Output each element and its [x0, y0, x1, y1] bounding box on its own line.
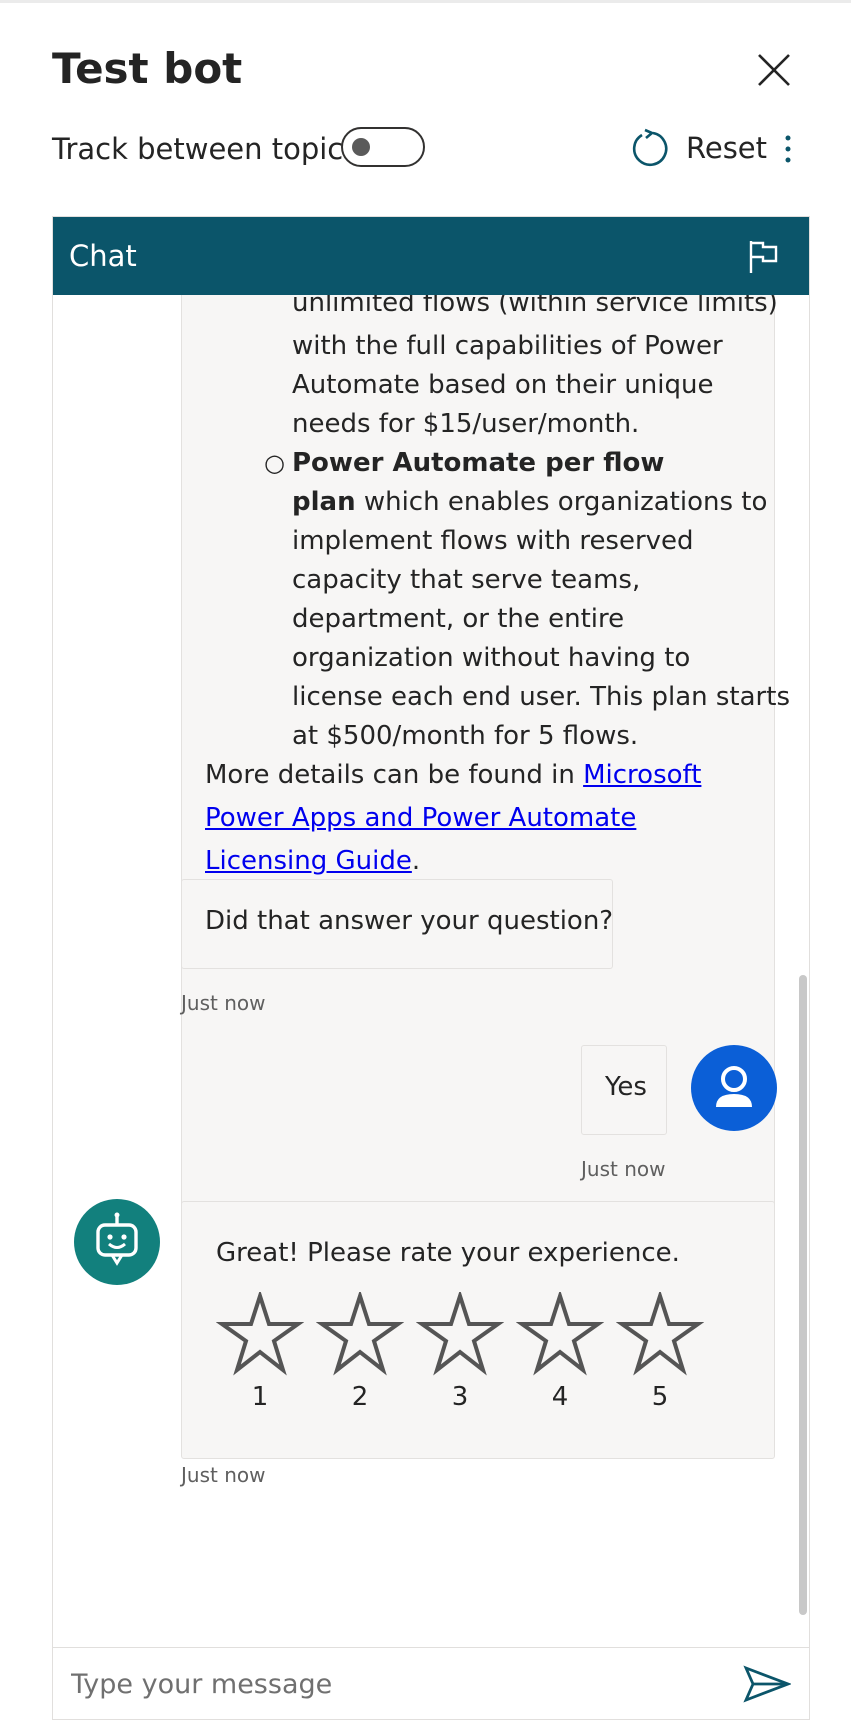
user-reply-text: Yes [605, 1072, 647, 1102]
panel-title: Test bot [52, 44, 243, 93]
reset-label: Reset [686, 131, 768, 165]
star-outline-icon [316, 1292, 404, 1376]
user-message: Yes [581, 1045, 667, 1135]
refresh-icon [632, 128, 668, 167]
star-number: 5 [651, 1382, 669, 1412]
person-icon [716, 1066, 752, 1107]
more-options-button[interactable] [776, 130, 800, 170]
star-number: 1 [251, 1382, 269, 1412]
track-between-topics-toggle[interactable] [341, 127, 425, 167]
message-line: at $500/month for 5 flows. [292, 721, 639, 751]
star-outline-icon [516, 1292, 604, 1376]
star-outline-icon [216, 1292, 304, 1376]
track-between-topics-label: Track between topics [52, 132, 359, 166]
rating-star-3[interactable]: 3 [416, 1292, 504, 1422]
per-flow-bold-line: Power Automate per flow [292, 448, 665, 478]
per-flow-bold-word: plan [292, 487, 356, 517]
message-line: organization without having to [292, 643, 691, 673]
message-timestamp: Just now [581, 1157, 666, 1181]
flag-icon [749, 241, 778, 273]
send-button[interactable] [743, 1664, 792, 1704]
message-line: implement flows with reserved [292, 526, 694, 556]
bullet-icon: ○ [264, 449, 285, 477]
more-vertical-icon [785, 135, 791, 163]
bot-avatar [74, 1199, 160, 1285]
close-icon [758, 54, 790, 86]
chat-title: Chat [69, 239, 137, 273]
followup-question-text: Did that answer your question? [205, 906, 614, 936]
chat-scrollbar[interactable] [797, 295, 809, 1645]
message-timestamp: Just now [181, 1463, 266, 1487]
chat-header: Chat [53, 217, 809, 295]
chat-panel: Chat unlimited flows (within service lim… [52, 216, 810, 1720]
message-line: Automate based on their unique [292, 370, 714, 400]
star-outline-icon [416, 1292, 504, 1376]
chat-scrollbar-thumb[interactable] [799, 975, 807, 1615]
rating-prompt: Great! Please rate your experience. [216, 1238, 680, 1268]
toggle-knob [352, 138, 370, 156]
user-avatar [691, 1045, 777, 1131]
top-divider [0, 0, 851, 3]
rating-star-5[interactable]: 5 [616, 1292, 704, 1422]
chat-transcript[interactable]: unlimited flows (within service limits) … [53, 295, 809, 1645]
star-rating: 1 2 3 4 5 [216, 1292, 736, 1432]
message-line: license each end user. This plan starts [292, 682, 790, 712]
per-flow-text: which enables organizations to [355, 487, 768, 517]
star-number: 2 [351, 1382, 369, 1412]
star-number: 3 [451, 1382, 469, 1412]
message-composer [53, 1647, 809, 1719]
rating-star-2[interactable]: 2 [316, 1292, 404, 1422]
message-line: unlimited flows (within service limits) [292, 295, 778, 318]
message-input[interactable] [71, 1662, 711, 1706]
message-line: needs for $15/user/month. [292, 409, 640, 439]
rating-star-4[interactable]: 4 [516, 1292, 604, 1422]
star-number: 4 [551, 1382, 569, 1412]
send-icon [743, 1665, 792, 1703]
rating-star-1[interactable]: 1 [216, 1292, 304, 1422]
message-line: with the full capabilities of Power [292, 331, 723, 361]
bot-message-followup: Did that answer your question? [181, 879, 613, 969]
star-outline-icon [616, 1292, 704, 1376]
more-details-prefix: More details can be found in [205, 760, 584, 790]
more-details-suffix: . [411, 846, 421, 876]
message-line: capacity that serve teams, [292, 565, 641, 595]
close-button[interactable] [752, 48, 796, 92]
more-details-text: More details can be found in Microsoft P… [205, 754, 765, 883]
bot-message-licensing: unlimited flows (within service limits) … [181, 295, 790, 1253]
message-timestamp: Just now [181, 991, 266, 1015]
bot-message-rating: Great! Please rate your experience. 1 2 … [181, 1201, 775, 1459]
reset-button[interactable]: Reset [630, 126, 767, 170]
message-line: department, or the entire [292, 604, 625, 634]
flag-button[interactable] [743, 237, 783, 277]
message-line: plan which enables organizations to [292, 481, 767, 524]
bot-icon [96, 1212, 138, 1266]
